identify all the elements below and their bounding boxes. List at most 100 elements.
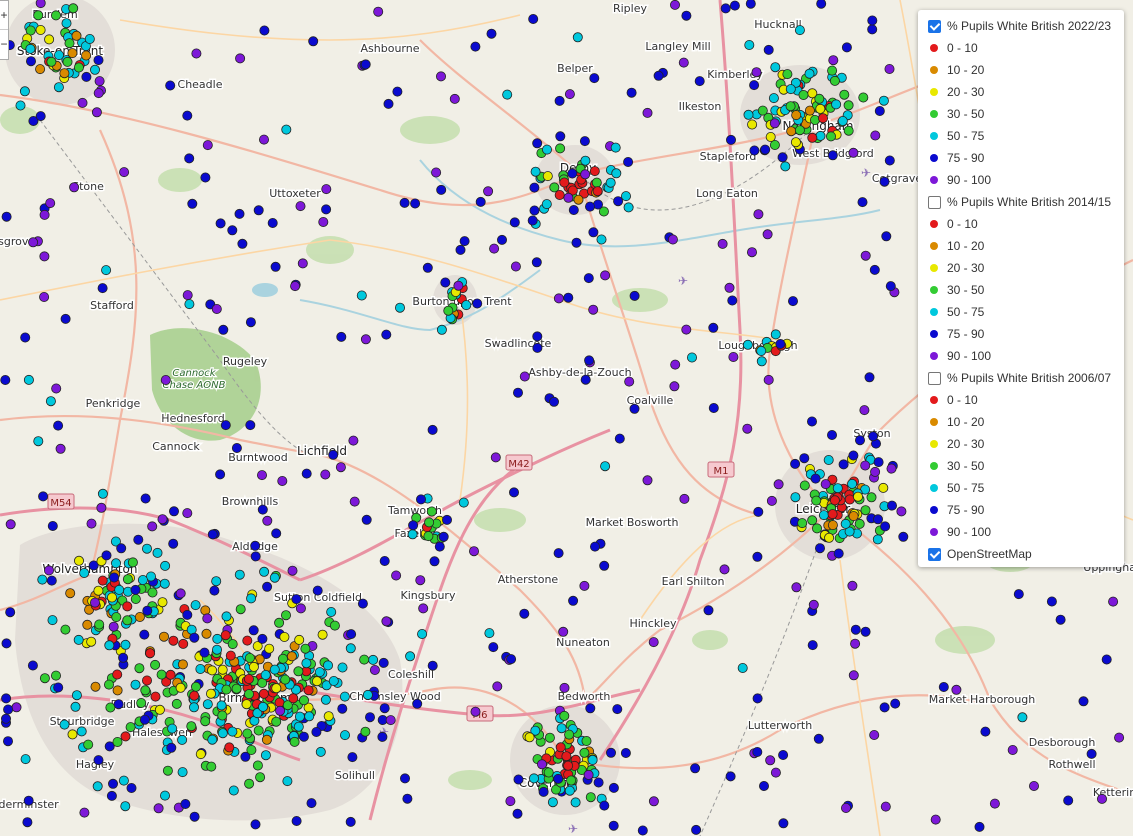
school-marker[interactable]: [549, 396, 560, 407]
school-marker[interactable]: [708, 402, 719, 413]
school-marker[interactable]: [337, 662, 348, 673]
school-marker[interactable]: [244, 778, 255, 789]
school-marker[interactable]: [220, 420, 231, 431]
school-marker[interactable]: [207, 734, 218, 745]
school-marker[interactable]: [854, 518, 865, 529]
school-marker[interactable]: [79, 807, 90, 818]
school-marker[interactable]: [807, 640, 818, 651]
school-marker[interactable]: [119, 167, 130, 178]
school-marker[interactable]: [648, 796, 659, 807]
school-marker[interactable]: [780, 161, 791, 172]
school-marker[interactable]: [591, 177, 602, 188]
school-marker[interactable]: [860, 460, 871, 471]
school-marker[interactable]: [885, 281, 896, 292]
school-marker[interactable]: [175, 588, 186, 599]
school-marker[interactable]: [1108, 596, 1119, 607]
school-marker[interactable]: [703, 605, 714, 616]
school-marker[interactable]: [242, 635, 253, 646]
school-marker[interactable]: [426, 506, 437, 517]
school-marker[interactable]: [162, 765, 173, 776]
school-marker[interactable]: [27, 660, 38, 671]
school-marker[interactable]: [182, 290, 193, 301]
school-marker[interactable]: [178, 638, 189, 649]
school-marker[interactable]: [529, 773, 540, 784]
school-marker[interactable]: [827, 509, 838, 520]
school-marker[interactable]: [308, 36, 319, 47]
school-marker[interactable]: [629, 403, 640, 414]
school-marker[interactable]: [157, 514, 168, 525]
school-marker[interactable]: [202, 613, 213, 624]
school-marker[interactable]: [626, 87, 637, 98]
school-marker[interactable]: [669, 381, 680, 392]
school-marker[interactable]: [590, 541, 601, 552]
school-marker[interactable]: [418, 603, 429, 614]
school-marker[interactable]: [483, 186, 494, 197]
school-marker[interactable]: [150, 691, 161, 702]
school-marker[interactable]: [23, 795, 34, 806]
school-marker[interactable]: [585, 792, 596, 803]
school-marker[interactable]: [67, 48, 78, 59]
school-marker[interactable]: [347, 752, 358, 763]
school-marker[interactable]: [427, 660, 438, 671]
school-marker[interactable]: [114, 584, 125, 595]
school-marker[interactable]: [345, 643, 356, 654]
school-marker[interactable]: [312, 585, 323, 596]
school-marker[interactable]: [166, 742, 177, 753]
school-marker[interactable]: [168, 635, 179, 646]
school-marker[interactable]: [532, 342, 543, 353]
school-marker[interactable]: [189, 690, 200, 701]
school-marker[interactable]: [112, 669, 123, 680]
school-marker[interactable]: [859, 405, 870, 416]
school-marker[interactable]: [113, 699, 124, 710]
school-marker[interactable]: [778, 818, 789, 829]
school-marker[interactable]: [606, 747, 617, 758]
school-marker[interactable]: [217, 728, 228, 739]
school-marker[interactable]: [824, 532, 835, 543]
school-marker[interactable]: [23, 374, 34, 385]
school-marker[interactable]: [580, 169, 591, 180]
school-marker[interactable]: [600, 270, 611, 281]
school-marker[interactable]: [752, 693, 763, 704]
school-marker[interactable]: [321, 204, 332, 215]
school-marker[interactable]: [79, 568, 90, 579]
school-marker[interactable]: [870, 130, 881, 141]
school-marker[interactable]: [256, 470, 267, 481]
school-marker[interactable]: [579, 136, 590, 147]
school-marker[interactable]: [694, 76, 705, 87]
school-marker[interactable]: [277, 475, 288, 486]
school-marker[interactable]: [5, 519, 16, 530]
school-marker[interactable]: [858, 92, 869, 103]
school-marker[interactable]: [1114, 732, 1125, 743]
school-marker[interactable]: [127, 557, 138, 568]
school-marker[interactable]: [841, 42, 852, 53]
school-marker[interactable]: [402, 793, 413, 804]
school-marker[interactable]: [140, 685, 151, 696]
school-marker[interactable]: [1, 693, 12, 704]
school-marker[interactable]: [544, 732, 555, 743]
school-marker[interactable]: [563, 760, 574, 771]
school-marker[interactable]: [122, 615, 133, 626]
school-marker[interactable]: [182, 110, 193, 121]
layer-toggle-2[interactable]: % Pupils White British 2006/07: [928, 367, 1116, 389]
school-marker[interactable]: [184, 299, 195, 310]
school-marker[interactable]: [728, 351, 739, 362]
school-marker[interactable]: [294, 634, 305, 645]
school-marker[interactable]: [760, 144, 771, 155]
school-marker[interactable]: [187, 198, 198, 209]
school-marker[interactable]: [177, 767, 188, 778]
school-marker[interactable]: [111, 558, 122, 569]
school-marker[interactable]: [1029, 781, 1040, 792]
school-marker[interactable]: [561, 751, 572, 762]
school-marker[interactable]: [86, 518, 97, 529]
school-marker[interactable]: [81, 71, 92, 82]
school-marker[interactable]: [51, 10, 62, 21]
school-marker[interactable]: [566, 775, 577, 786]
school-marker[interactable]: [1097, 793, 1108, 804]
school-marker[interactable]: [752, 747, 763, 758]
school-marker[interactable]: [554, 95, 565, 106]
school-marker[interactable]: [886, 463, 897, 474]
school-marker[interactable]: [554, 189, 565, 200]
school-marker[interactable]: [519, 608, 530, 619]
school-marker[interactable]: [589, 166, 600, 177]
school-marker[interactable]: [596, 234, 607, 245]
